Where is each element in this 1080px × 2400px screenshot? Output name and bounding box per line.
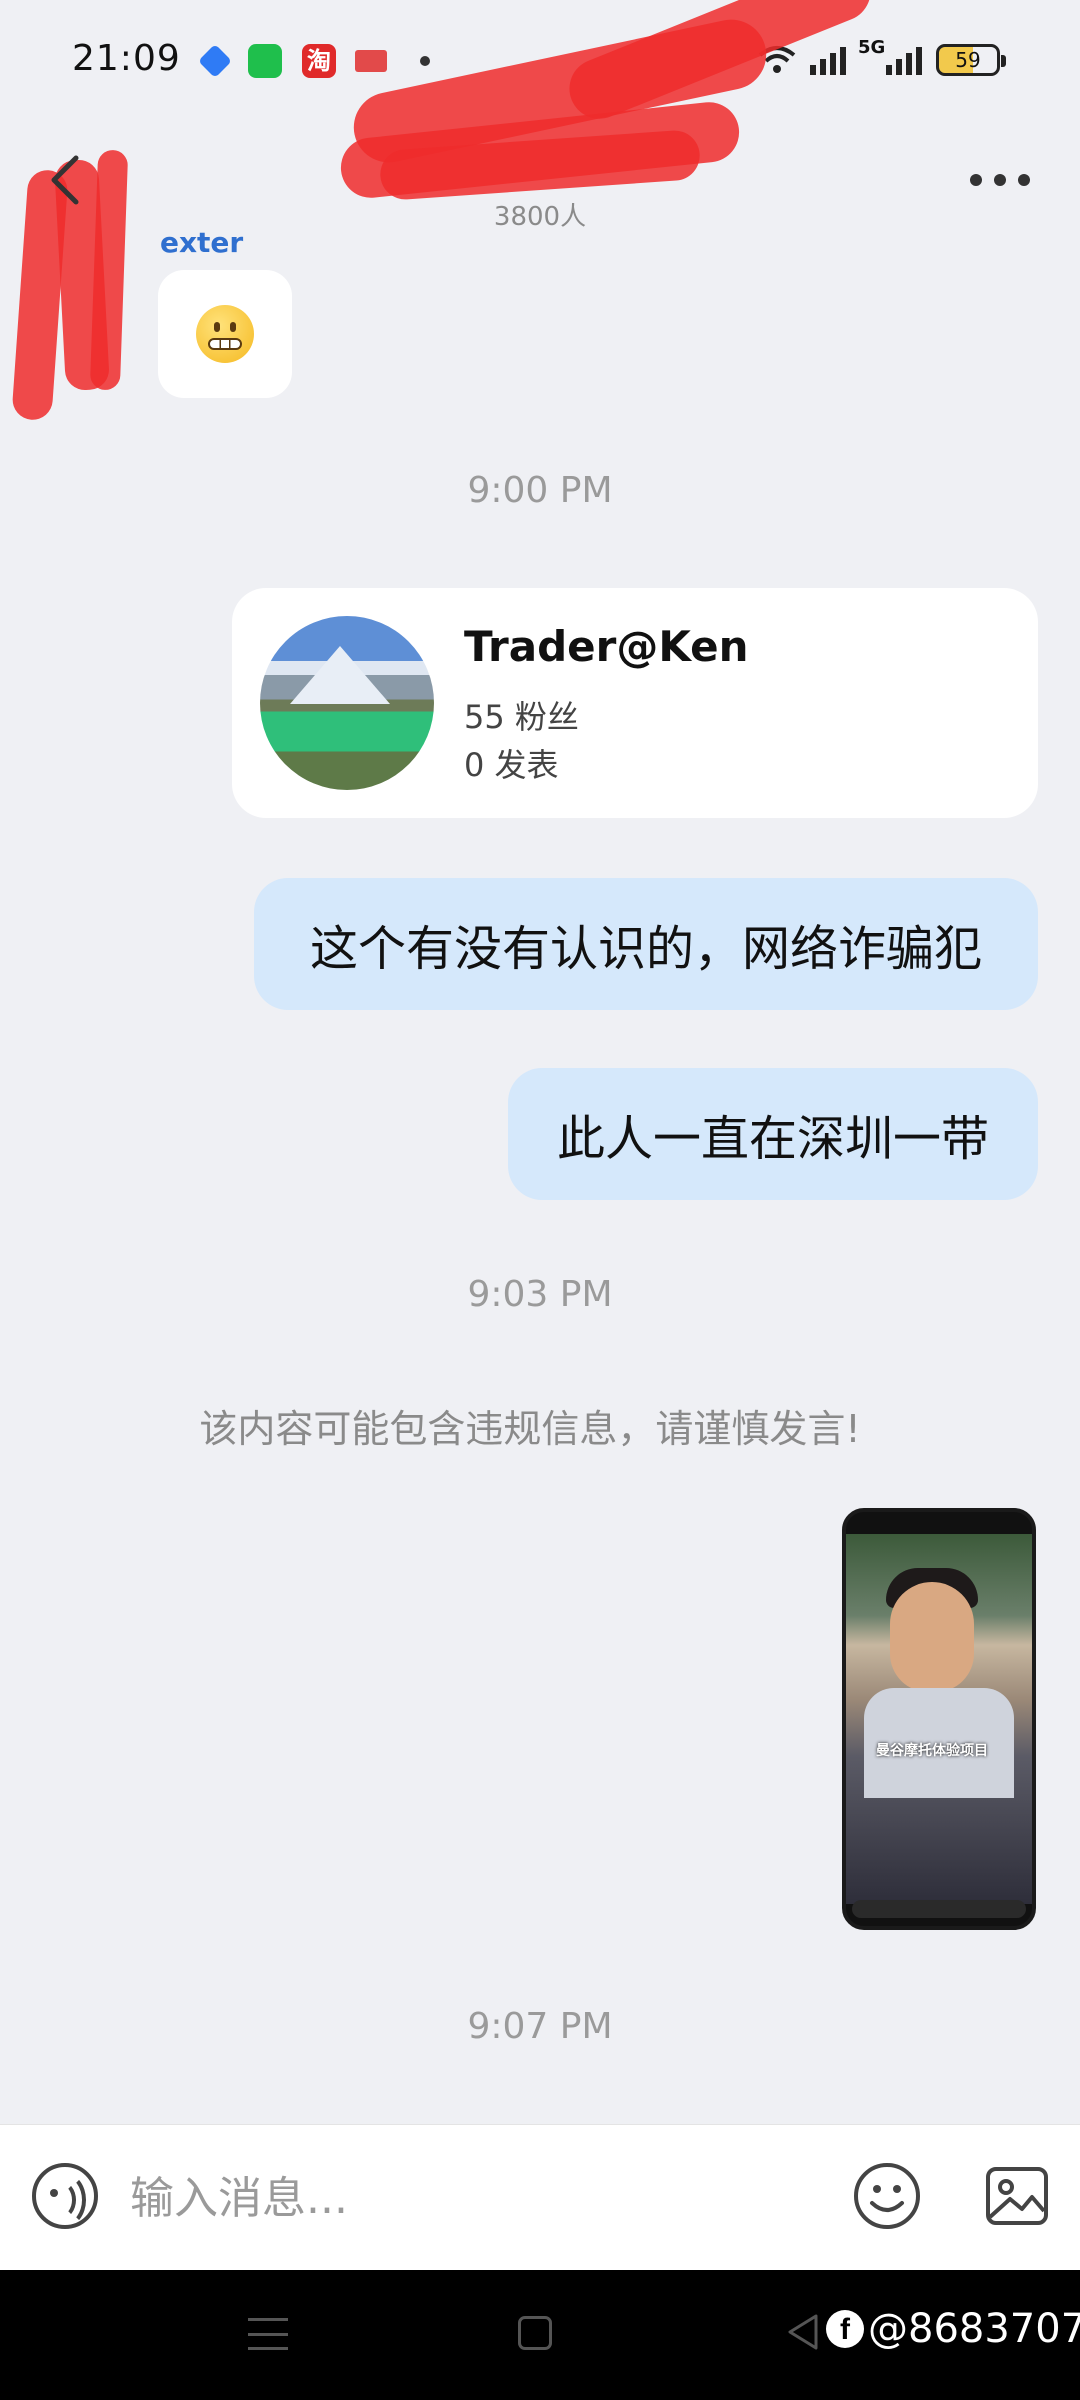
voice-input-icon[interactable]: [32, 2163, 98, 2229]
emoji-icon[interactable]: [852, 2161, 922, 2231]
home-button[interactable]: [518, 2316, 552, 2350]
recent-apps-button[interactable]: [248, 2314, 288, 2354]
message-input-bar: [0, 2124, 1080, 2270]
timestamp: 9:00 PM: [467, 470, 613, 511]
image-message-thumbnail[interactable]: 曼谷摩托体验项目: [842, 1508, 1036, 1930]
timestamp: 9:07 PM: [467, 2006, 613, 2047]
more-options-button[interactable]: [960, 160, 1040, 200]
notification-app-icon: [355, 50, 387, 72]
signal-5g-icon: 5G: [858, 37, 922, 75]
dot-icon: [994, 174, 1006, 186]
contact-avatar: [260, 616, 434, 790]
dot-icon: [970, 174, 982, 186]
contact-followers: 55 粉丝: [464, 698, 579, 736]
watermark-handle: @8683707: [868, 2306, 1080, 2352]
outgoing-message-bubble[interactable]: 此人一直在深圳一带: [508, 1068, 1038, 1200]
timestamp: 9:03 PM: [467, 1274, 613, 1315]
watermark: f @8683707: [826, 2306, 1080, 2352]
signal-icon: [810, 45, 846, 75]
incoming-emoji-bubble[interactable]: [158, 270, 292, 398]
image-picker-icon[interactable]: [982, 2161, 1052, 2231]
message-text: 这个有没有认识的，网络诈骗犯: [309, 921, 982, 977]
facebook-logo-icon: f: [826, 2310, 864, 2348]
contact-name: Trader@Ken: [464, 622, 749, 671]
outgoing-message-bubble[interactable]: 这个有没有认识的，网络诈骗犯: [254, 878, 1038, 1010]
network-type-label: 5G: [858, 37, 886, 58]
status-time: 21:09: [72, 38, 181, 79]
grimacing-face-emoji: [196, 305, 254, 363]
battery-level: 59: [955, 48, 981, 72]
contact-card-message[interactable]: Trader@Ken 55 粉丝 0 发表: [232, 588, 1038, 818]
notification-app-icon: [198, 44, 232, 78]
battery-icon: 59: [936, 44, 1006, 76]
notification-app-icon: [248, 44, 282, 78]
taobao-icon: 淘: [302, 44, 336, 78]
dot-icon: [1018, 174, 1030, 186]
screenshot-caption: 曼谷摩托体验项目: [876, 1743, 988, 1759]
system-navigation-bar: f @8683707: [0, 2270, 1080, 2400]
message-text: 此人一直在深圳一带: [556, 1111, 989, 1167]
message-input[interactable]: [130, 2165, 810, 2231]
sender-name: exter: [160, 226, 244, 259]
system-back-icon[interactable]: [784, 2312, 820, 2352]
system-warning-notice: 该内容可能包含违规信息，请谨慎发言!: [199, 1407, 861, 1451]
more-notifications-dot: [420, 56, 430, 66]
contact-posts: 0 发表: [464, 746, 559, 784]
